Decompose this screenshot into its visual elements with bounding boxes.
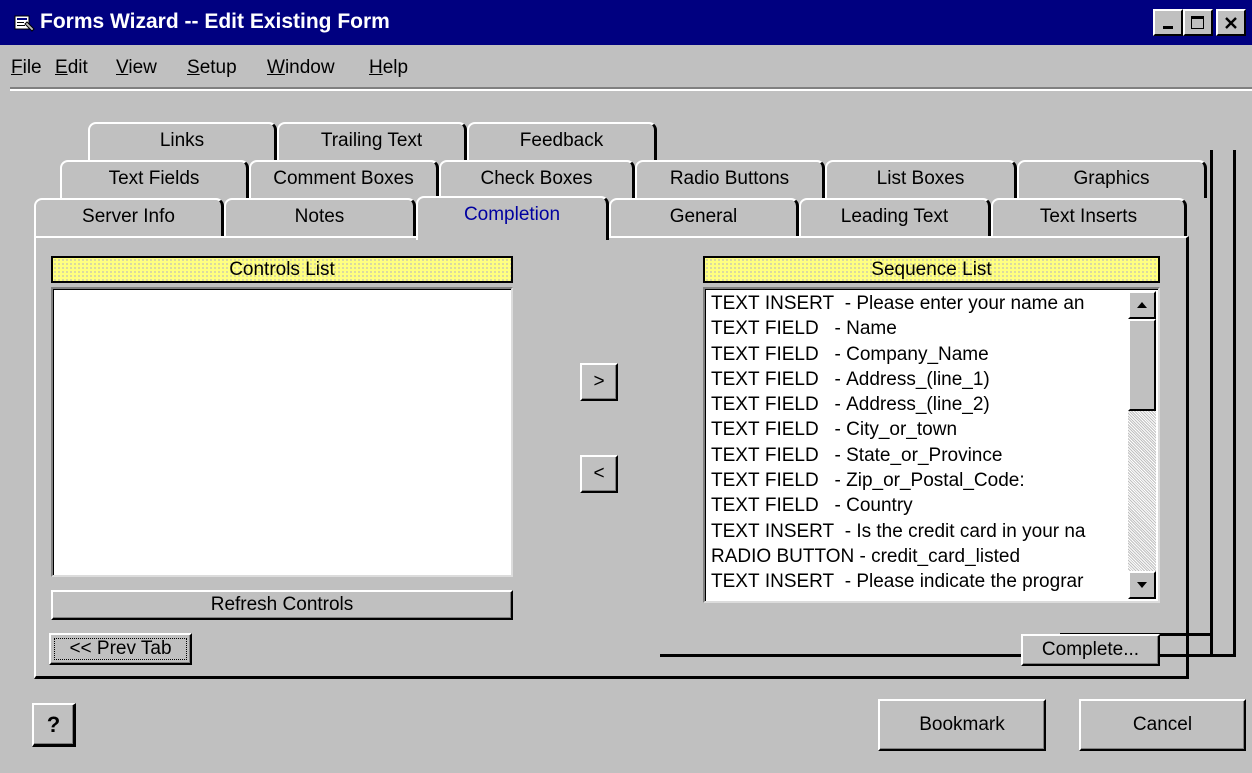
menu-separator-highlight [10,89,1252,91]
tab-trailing-text[interactable]: Trailing Text [277,122,467,160]
maximize-icon [1191,15,1204,29]
tab-general[interactable]: General [609,198,799,236]
sequence-list-item[interactable]: TEXT FIELD - Zip_or_Postal_Code: [711,468,1126,493]
prev-tab-button[interactable]: << Prev Tab [49,633,192,665]
scroll-up-button[interactable] [1128,291,1156,319]
sequence-list-header: Sequence List [703,256,1160,283]
sequence-list-item[interactable]: TEXT FIELD - Address_(line_2) [711,392,1126,417]
sequence-list-items: TEXT INSERT - Please enter your name an T… [711,291,1126,595]
arrow-down-icon [1137,582,1147,588]
tab-stack-edge [1210,150,1213,657]
sequence-list-item[interactable]: TEXT FIELD - Address_(line_1) [711,367,1126,392]
sequence-list-item[interactable]: TEXT INSERT - Is the credit card in your… [711,519,1126,544]
sequence-list-scrollbar[interactable] [1128,291,1156,599]
window-title: Forms Wizard -- Edit Existing Form [40,10,390,33]
tab-check-boxes[interactable]: Check Boxes [439,160,635,198]
scroll-thumb[interactable] [1128,319,1156,411]
refresh-controls-button[interactable]: Refresh Controls [51,590,513,620]
sequence-list-item[interactable]: TEXT FIELD - City_or_town [711,417,1126,442]
sequence-list-item[interactable]: TEXT FIELD - Country [711,493,1126,518]
move-left-button[interactable]: < [580,455,618,493]
tab-graphics[interactable]: Graphics [1017,160,1207,198]
tab-server-info[interactable]: Server Info [34,198,224,236]
scroll-down-button[interactable] [1128,571,1156,599]
minimize-button[interactable] [1153,9,1183,36]
menu-bar: File Edit View Setup Window Help [0,46,1252,86]
tab-text-inserts[interactable]: Text Inserts [991,198,1187,236]
sequence-list-item[interactable]: RADIO BUTTON - credit_card_listed [711,544,1126,569]
sequence-list-item[interactable]: TEXT INSERT - Please indicate the progra… [711,569,1126,594]
menu-window[interactable]: Window [267,57,335,79]
close-icon [1225,16,1237,29]
tab-panel-completion: Controls List Refresh Controls << Prev T… [34,236,1189,679]
move-right-button[interactable]: > [580,363,618,401]
menu-file[interactable]: File [11,57,42,79]
sequence-list-item[interactable]: TEXT INSERT - Please enter your name an [711,291,1126,316]
tab-radio-buttons[interactable]: Radio Buttons [635,160,825,198]
tab-list-boxes[interactable]: List Boxes [825,160,1017,198]
complete-button[interactable]: Complete... [1021,634,1160,666]
tab-text-fields[interactable]: Text Fields [60,160,249,198]
minimize-icon [1163,25,1173,29]
arrow-up-icon [1137,302,1147,308]
question-mark-icon: ? [46,711,61,737]
maximize-button[interactable] [1183,9,1213,36]
tab-completion[interactable]: Completion [416,196,609,240]
prev-tab-label: << Prev Tab [69,638,172,659]
title-bar[interactable]: Forms Wizard -- Edit Existing Form [0,0,1252,45]
menu-edit[interactable]: Edit [55,57,88,79]
sequence-list-item[interactable]: TEXT FIELD - Name [711,316,1126,341]
tab-comment-boxes[interactable]: Comment Boxes [249,160,439,198]
bookmark-button[interactable]: Bookmark [878,699,1046,751]
controls-list-header: Controls List [51,256,513,283]
tab-links[interactable]: Links [88,122,277,160]
app-icon[interactable] [14,13,36,33]
tab-feedback[interactable]: Feedback [467,122,657,160]
menu-help[interactable]: Help [369,57,408,79]
controls-list[interactable] [51,287,513,577]
cancel-button[interactable]: Cancel [1079,699,1246,751]
menu-setup[interactable]: Setup [187,57,237,79]
close-button[interactable] [1216,9,1246,36]
sequence-list-item[interactable]: TEXT FIELD - State_or_Province [711,443,1126,468]
tab-leading-text[interactable]: Leading Text [799,198,991,236]
help-button[interactable]: ? [32,703,76,747]
sequence-list[interactable]: TEXT INSERT - Please enter your name an T… [703,287,1160,603]
sequence-list-item[interactable]: TEXT FIELD - Company_Name [711,342,1126,367]
tab-notes[interactable]: Notes [224,198,416,236]
menu-view[interactable]: View [116,57,157,79]
